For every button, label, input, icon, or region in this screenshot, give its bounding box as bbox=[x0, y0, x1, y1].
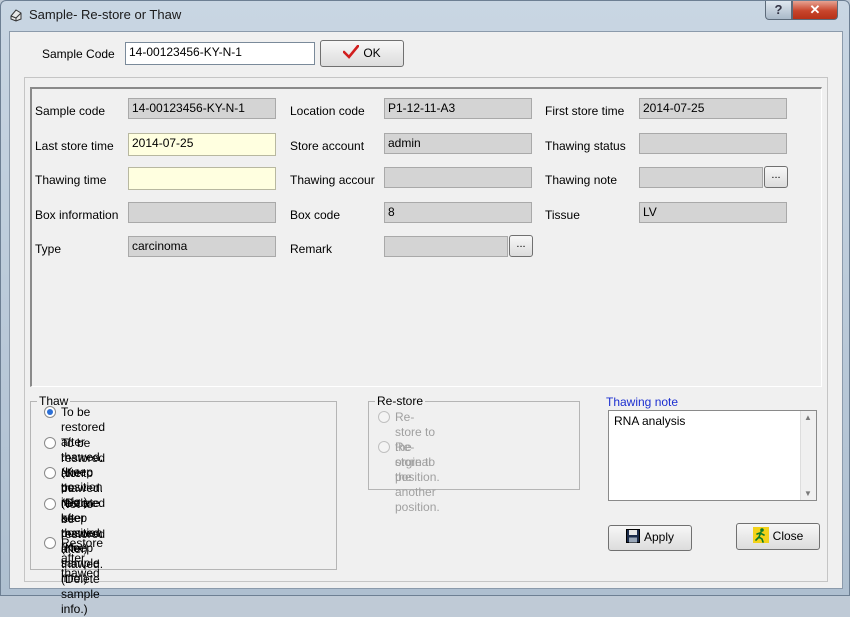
thawing-note-textarea[interactable]: RNA analysis ▲ ▼ bbox=[608, 410, 817, 501]
dialog-client: Sample Code 14-00123456-KY-N-1 OK Sample… bbox=[9, 31, 843, 616]
floppy-disk-icon bbox=[625, 529, 640, 543]
window-title: Sample- Re-store or Thaw bbox=[29, 7, 182, 22]
thawing-time-input[interactable] bbox=[128, 167, 276, 190]
ok-button[interactable]: OK bbox=[320, 40, 404, 67]
thawing-account-label: Thawing accour bbox=[290, 173, 375, 187]
thaw-option-line1: Restore after thawed bbox=[61, 536, 104, 580]
first-store-time-label: First store time bbox=[545, 104, 625, 118]
remark-browse-button[interactable]: ... bbox=[509, 235, 533, 257]
store-account-field: admin bbox=[384, 133, 532, 154]
ok-label: OK bbox=[363, 46, 381, 60]
note-scrollbar[interactable]: ▲ ▼ bbox=[800, 411, 816, 500]
type-label: Type bbox=[35, 242, 62, 256]
close-button[interactable]: Close bbox=[736, 523, 820, 550]
radio-button[interactable] bbox=[378, 411, 390, 423]
sample-code-input[interactable]: 14-00123456-KY-N-1 bbox=[125, 42, 315, 65]
thaw-option-line2: sample info.) bbox=[61, 587, 100, 616]
thaw-option-label: Restore after thawed bbox=[61, 536, 103, 581]
location-code-field: P1-12-11-A3 bbox=[384, 98, 532, 119]
thawing-note-field bbox=[639, 167, 763, 188]
thawing-note-label: Thawing note bbox=[545, 173, 618, 187]
radio-button[interactable] bbox=[44, 437, 56, 449]
close-label: Close bbox=[772, 529, 804, 543]
apply-label: Apply bbox=[643, 530, 675, 544]
remark-field bbox=[384, 236, 508, 257]
window-close-button[interactable]: ✕ bbox=[792, 1, 838, 20]
type-field: carcinoma bbox=[128, 236, 276, 257]
radio-button[interactable] bbox=[44, 537, 56, 549]
details-panel: Sample code 14-00123456-KY-N-1 Location … bbox=[30, 87, 822, 387]
thawing-note-panel-label: Thawing note bbox=[606, 395, 679, 409]
restore-option-line2: position. bbox=[395, 500, 440, 514]
box-information-field bbox=[128, 202, 276, 223]
thawing-time-label: Thawing time bbox=[35, 173, 107, 187]
radio-button[interactable] bbox=[44, 467, 56, 479]
last-store-time-label: Last store time bbox=[35, 139, 114, 153]
app-icon bbox=[10, 9, 22, 22]
thawing-status-field bbox=[639, 133, 787, 154]
restore-option-label: Re-store to the another position. bbox=[395, 440, 440, 515]
dialog-window: Sample- Re-store or Thaw ? ✕ Sample Code… bbox=[0, 0, 850, 616]
apply-button[interactable]: Apply bbox=[608, 525, 692, 551]
box-code-label: Box code bbox=[290, 208, 341, 222]
remark-label: Remark bbox=[290, 242, 333, 256]
scroll-up-icon[interactable]: ▲ bbox=[804, 413, 812, 422]
checkmark-icon bbox=[343, 44, 360, 59]
box-code-field: 8 bbox=[384, 202, 532, 223]
sample-code-label: Sample Code bbox=[42, 47, 115, 61]
radio-button[interactable] bbox=[378, 441, 390, 453]
restore-option-line1: Re-store to the another bbox=[395, 440, 436, 499]
radio-button[interactable] bbox=[44, 498, 56, 510]
scroll-down-icon[interactable]: ▼ bbox=[804, 489, 812, 498]
sample-code-detail-field: 14-00123456-KY-N-1 bbox=[128, 98, 276, 119]
last-store-time-input[interactable]: 2014-07-25 bbox=[128, 133, 276, 156]
thawing-note-browse-button[interactable]: ... bbox=[764, 166, 788, 188]
thawing-note-text: RNA analysis bbox=[614, 414, 686, 428]
tissue-label: Tissue bbox=[545, 208, 580, 222]
title-bar[interactable]: Sample- Re-store or Thaw ? ✕ bbox=[1, 1, 849, 29]
restore-group-legend: Re-store bbox=[377, 394, 424, 408]
box-information-label: Box information bbox=[35, 208, 119, 222]
radio-button[interactable] bbox=[44, 406, 56, 418]
help-button[interactable]: ? bbox=[765, 1, 792, 20]
location-code-label: Location code bbox=[290, 104, 365, 118]
exit-running-man-icon bbox=[752, 527, 769, 543]
thawing-status-label: Thawing status bbox=[545, 139, 626, 153]
sample-code-detail-label: Sample code bbox=[35, 104, 106, 118]
thawing-account-field bbox=[384, 167, 532, 188]
first-store-time-field: 2014-07-25 bbox=[639, 98, 787, 119]
tissue-field: LV bbox=[639, 202, 787, 223]
store-account-label: Store account bbox=[290, 139, 365, 153]
